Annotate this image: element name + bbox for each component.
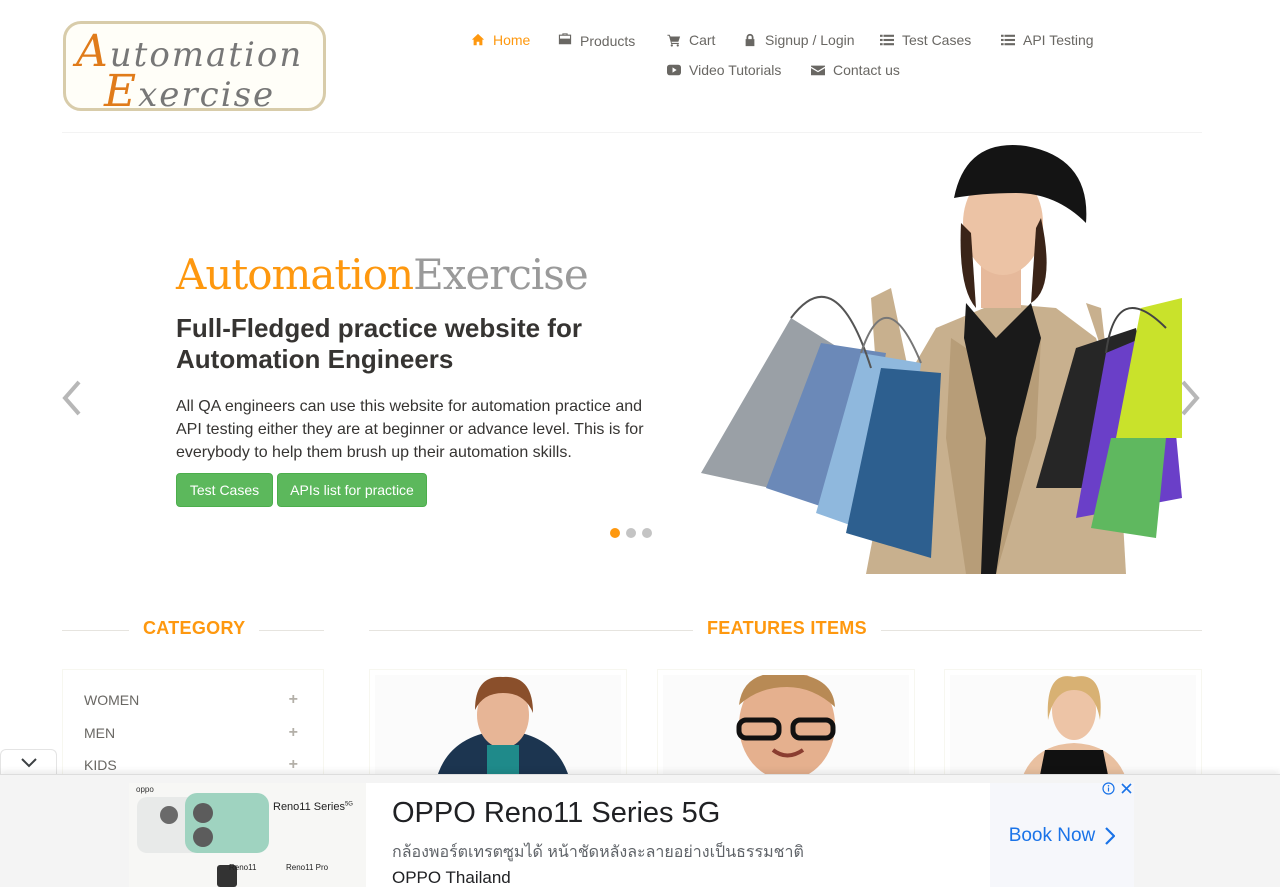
category-item-men[interactable]: MEN +	[84, 724, 298, 742]
header-divider	[62, 132, 1202, 133]
slider-brand-automation: Automation	[176, 250, 414, 299]
ad-cta-area[interactable]: Book Now	[990, 783, 1134, 887]
cart-icon	[667, 34, 681, 47]
lock-icon	[745, 33, 755, 47]
slider-prev-arrow[interactable]	[60, 378, 84, 418]
chevron-right-icon	[1105, 826, 1116, 845]
nav-contact-us-label: Contact us	[833, 62, 900, 78]
products-icon	[558, 33, 572, 45]
ad-description: กล้องพอร์ตเทรตซูมได้ หน้าชัดหลังละลายอย่…	[392, 844, 804, 861]
list-icon	[1001, 34, 1015, 46]
slider-brand-title: AutomationExercise	[176, 250, 589, 299]
youtube-icon	[667, 64, 681, 76]
nav-contact-us[interactable]: Contact us	[811, 62, 900, 78]
envelope-icon	[811, 65, 825, 76]
chevron-down-icon	[20, 758, 37, 768]
ad-advertiser: OPPO Thailand	[392, 868, 511, 887]
slider-indicators	[610, 528, 652, 538]
hero-woman-shopping-image	[701, 145, 1182, 574]
slider-dot-1[interactable]	[610, 528, 620, 538]
nav-cart[interactable]: Cart	[667, 32, 715, 48]
nav-home-label: Home	[493, 32, 531, 48]
plus-icon[interactable]: +	[289, 756, 298, 774]
list-icon	[880, 34, 894, 46]
nav-signup-login[interactable]: Signup / Login	[743, 32, 855, 48]
book-now-label: Book Now	[1008, 824, 1096, 846]
ad-image-model-1: Reno11	[229, 863, 257, 872]
slider-heading: Full-Fledged practice website for Automa…	[176, 313, 582, 374]
chevron-left-icon	[62, 380, 81, 416]
plus-icon[interactable]: +	[289, 691, 298, 709]
ad-choices	[1102, 782, 1133, 795]
slider-brand-exercise: Exercise	[413, 250, 589, 299]
nav-video-tutorials[interactable]: Video Tutorials	[667, 62, 781, 78]
test-cases-button[interactable]: Test Cases	[176, 473, 273, 507]
slider-dot-3[interactable]	[642, 528, 652, 538]
site-logo[interactable]: Automation Exercise	[63, 21, 326, 111]
nav-signup-login-label: Signup / Login	[765, 32, 855, 48]
ad-image-model-2: Reno11 Pro	[286, 863, 329, 872]
category-item-women[interactable]: WOMEN +	[84, 691, 298, 709]
nav-api-testing-label: API Testing	[1023, 32, 1094, 48]
nav-api-testing[interactable]: API Testing	[1001, 32, 1094, 48]
nav-products-label: Products	[580, 33, 636, 49]
slider-description: All QA engineers can use this website fo…	[176, 398, 644, 461]
category-label: WOMEN	[84, 692, 140, 708]
features-items-title: FEATURES ITEMS	[693, 618, 881, 639]
slider-dot-2[interactable]	[626, 528, 636, 538]
nav-test-cases[interactable]: Test Cases	[880, 32, 971, 48]
advertisement-banner: oppo Reno11 Series5G Reno11 Reno11 Pro O…	[0, 774, 1280, 887]
category-label: KIDS	[84, 757, 117, 773]
ad-text-area[interactable]: OPPO Reno11 Series 5G กล้องพอร์ตเทรตซูมไ…	[366, 783, 990, 887]
ad-close-icon[interactable]	[1120, 782, 1133, 795]
home-icon	[471, 33, 485, 46]
ad-product-image[interactable]: oppo Reno11 Series5G Reno11 Reno11 Pro	[129, 783, 366, 887]
slider-next-arrow[interactable]	[1178, 378, 1202, 418]
category-label: MEN	[84, 725, 116, 741]
category-item-kids[interactable]: KIDS +	[84, 756, 298, 774]
logo-letter-e: E	[104, 66, 139, 111]
ad-collapse-toggle[interactable]	[0, 749, 57, 776]
nav-home[interactable]: Home	[471, 32, 530, 48]
category-title: CATEGORY	[129, 618, 260, 639]
nav-video-tutorials-label: Video Tutorials	[689, 62, 782, 78]
book-now-button[interactable]: Book Now	[1009, 825, 1116, 847]
logo-word-exercise: xercise	[138, 75, 276, 111]
ad-headline[interactable]: OPPO Reno11 Series 5G	[392, 797, 720, 830]
nav-test-cases-label: Test Cases	[902, 32, 972, 48]
chevron-right-icon	[1181, 380, 1200, 416]
page: Automation Exercise Home Products Cart S…	[0, 0, 1280, 887]
ad-info-icon[interactable]	[1102, 782, 1115, 795]
nav-products[interactable]: Products	[558, 31, 636, 49]
plus-icon[interactable]: +	[289, 724, 298, 742]
apis-list-button[interactable]: APIs list for practice	[277, 473, 427, 507]
ad-image-title: Reno11 Series5G	[273, 801, 353, 813]
nav-cart-label: Cart	[689, 32, 716, 48]
